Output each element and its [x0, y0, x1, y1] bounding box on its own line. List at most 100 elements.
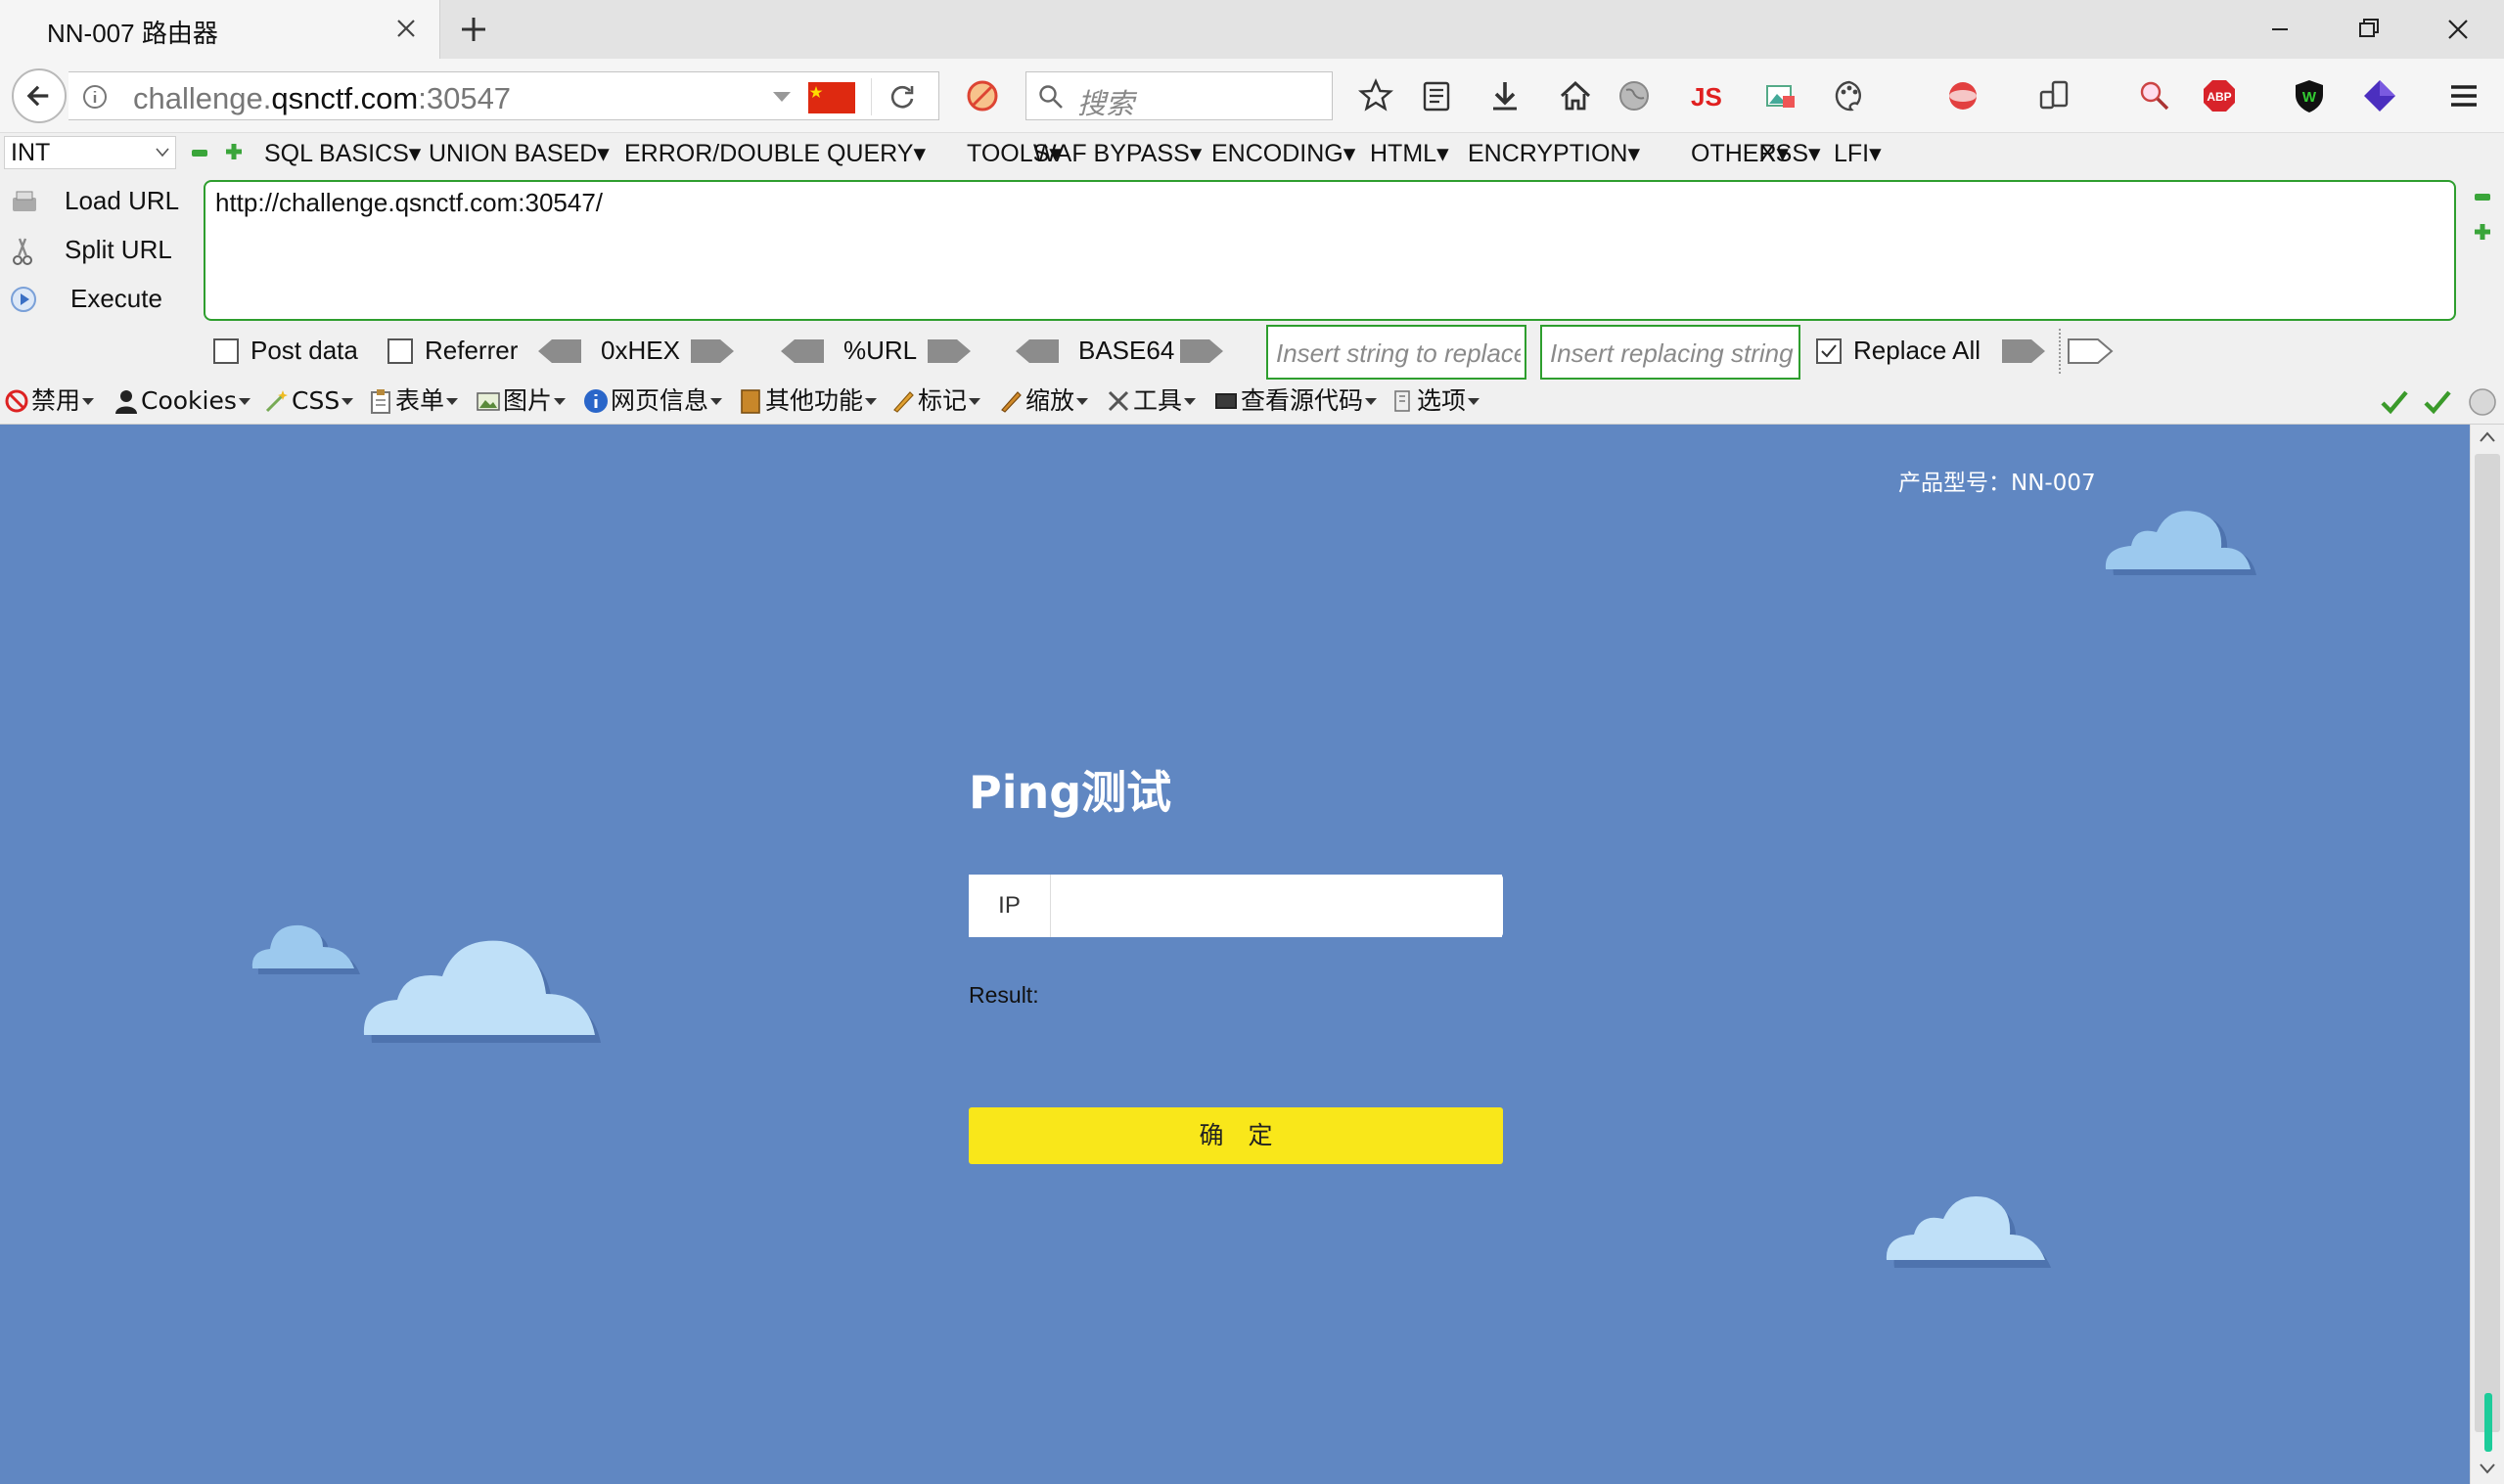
check-icon[interactable] [2423, 387, 2452, 417]
menu-error-double-query[interactable]: ERROR/DOUBLE QUERY▾ [624, 139, 926, 168]
capture-icon[interactable] [1945, 78, 1980, 113]
home-icon[interactable] [1558, 78, 1593, 113]
adblock-icon[interactable]: ABP [2202, 78, 2237, 113]
base64-encode-arrow-icon[interactable] [1178, 337, 1225, 366]
palette-icon[interactable] [1832, 78, 1867, 113]
base64-decode-arrow-icon[interactable] [1014, 337, 1061, 366]
reload-icon[interactable] [888, 82, 918, 112]
int-select-value: INT [11, 139, 51, 166]
load-url-icon [13, 191, 36, 211]
hex-decode-arrow-icon[interactable] [536, 337, 583, 366]
shield-icon[interactable]: W [2292, 78, 2327, 113]
dev-disable[interactable]: 禁用 [4, 383, 95, 419]
replace-string-input[interactable]: Insert string to replace [1266, 325, 1526, 380]
replace-arrow-icon[interactable] [2000, 337, 2047, 366]
scroll-thumb[interactable] [2475, 454, 2500, 1432]
menu-union-based[interactable]: UNION BASED▾ [429, 139, 610, 168]
url-decode-arrow-icon[interactable] [779, 337, 826, 366]
minus-icon[interactable] [190, 145, 209, 160]
scroll-down-icon[interactable] [2479, 1462, 2496, 1475]
dev-misc[interactable]: 其他功能 [738, 383, 878, 419]
hex-encode-arrow-icon[interactable] [689, 337, 736, 366]
close-window-icon[interactable] [2436, 10, 2480, 49]
url-text[interactable]: challenge.qsnctf.com:30547 [133, 81, 511, 116]
load-url-button[interactable]: Load URL [0, 178, 196, 221]
dev-css[interactable]: CSS [264, 383, 354, 419]
extra-arrow-icon[interactable] [2067, 337, 2114, 366]
options-icon [1394, 390, 1410, 412]
replacing-string-input[interactable]: Insert replacing string [1540, 325, 1800, 380]
bookmark-star-icon[interactable] [1358, 78, 1393, 113]
web-developer-toolbar: 禁用 Cookies CSS 表单 图片 网页信息 其他功能 标记 缩放 工具 … [0, 380, 2504, 425]
hackbar-actions: Load URL Split URL Execute [0, 174, 205, 321]
plus-icon[interactable] [2472, 221, 2493, 243]
dev-tools[interactable]: 工具 [1106, 383, 1197, 419]
svg-text:ABP: ABP [2207, 90, 2231, 104]
post-data-checkbox[interactable] [213, 338, 239, 364]
extension-gem-icon[interactable] [2362, 78, 2397, 113]
url-port: :30547 [418, 81, 512, 115]
cloud-decoration [363, 940, 601, 1043]
device-icon[interactable] [2037, 78, 2072, 113]
dev-forms[interactable]: 表单 [368, 383, 459, 419]
find-icon[interactable] [2137, 78, 2172, 113]
user-icon [115, 390, 137, 414]
browser-tab[interactable]: NN-007 路由器 [0, 0, 440, 59]
dev-images[interactable]: 图片 [476, 383, 567, 419]
china-flag-icon[interactable] [808, 82, 855, 113]
menu-sql-basics[interactable]: SQL BASICS▾ [264, 139, 421, 168]
base64-label: BASE64 [1078, 336, 1175, 365]
reading-list-icon[interactable] [1419, 78, 1454, 113]
url-domain: qsnctf.com [271, 81, 419, 115]
dev-outline[interactable]: 标记 [890, 383, 981, 419]
restore-icon[interactable] [2346, 10, 2390, 49]
dev-options[interactable]: 选项 [1389, 383, 1480, 419]
plus-icon[interactable] [223, 141, 245, 162]
globe-icon[interactable] [1616, 78, 1652, 113]
js-icon[interactable]: JS [1689, 78, 1728, 113]
minus-icon[interactable] [2472, 190, 2493, 203]
menu-xss[interactable]: XSS▾ [1759, 139, 1821, 168]
replace-all-checkbox[interactable] [1816, 338, 1842, 364]
dev-view-source[interactable]: 查看源代码 [1213, 383, 1378, 419]
close-tab-icon[interactable] [391, 14, 421, 43]
split-url-button[interactable]: Split URL [0, 227, 196, 270]
dev-cookies[interactable]: Cookies [114, 383, 250, 419]
menu-html[interactable]: HTML▾ [1370, 139, 1449, 168]
minimize-icon[interactable] [2258, 10, 2301, 49]
submit-button[interactable]: 确 定 [969, 1107, 1503, 1164]
address-bar[interactable]: challenge.qsnctf.com:30547 [68, 71, 939, 120]
ip-input[interactable] [1052, 875, 1502, 937]
menu-lfi[interactable]: LFI▾ [1834, 139, 1882, 168]
menu-waf-bypass[interactable]: WAF BYPASS▾ [1033, 139, 1202, 168]
vertical-scrollbar[interactable] [2470, 425, 2504, 1484]
new-tab-icon[interactable] [456, 12, 491, 47]
status-circle-icon[interactable] [2468, 387, 2497, 417]
menu-encoding[interactable]: ENCODING▾ [1211, 139, 1355, 168]
search-box[interactable]: 搜索 [1025, 71, 1333, 120]
svg-text:W: W [2302, 89, 2317, 106]
menu-icon[interactable] [2446, 78, 2481, 113]
url-encode-arrow-icon[interactable] [926, 337, 973, 366]
hackbar-url-textarea[interactable]: http://challenge.qsnctf.com:30547/ [204, 180, 2456, 321]
replace-all-label: Replace All [1853, 336, 1981, 365]
back-button[interactable] [12, 68, 67, 123]
hackbar-options: Post data Referrer 0xHEX %URL BASE64 Ins… [0, 323, 2504, 380]
result-label: Result: [969, 982, 1039, 1008]
noscript-icon[interactable] [965, 78, 1000, 113]
scroll-up-icon[interactable] [2479, 430, 2496, 444]
dropdown-arrow-icon[interactable] [771, 90, 793, 104]
tools-icon [1108, 390, 1129, 412]
dev-page-info[interactable]: 网页信息 [583, 383, 723, 419]
image-tool-icon[interactable] [1763, 78, 1798, 113]
download-icon[interactable] [1487, 78, 1523, 113]
check-icon[interactable] [2380, 387, 2409, 417]
menu-encryption[interactable]: ENCRYPTION▾ [1468, 139, 1640, 168]
execute-button[interactable]: Execute [0, 276, 196, 319]
referrer-checkbox[interactable] [387, 338, 413, 364]
scroll-indicator [2484, 1393, 2492, 1452]
info-icon[interactable] [82, 84, 108, 110]
page-viewport: 产品型号：NN-007 Ping测试 IP Result: 确 定 [0, 425, 2470, 1484]
dev-resize[interactable]: 缩放 [998, 383, 1089, 419]
int-select[interactable]: INT [4, 136, 176, 169]
